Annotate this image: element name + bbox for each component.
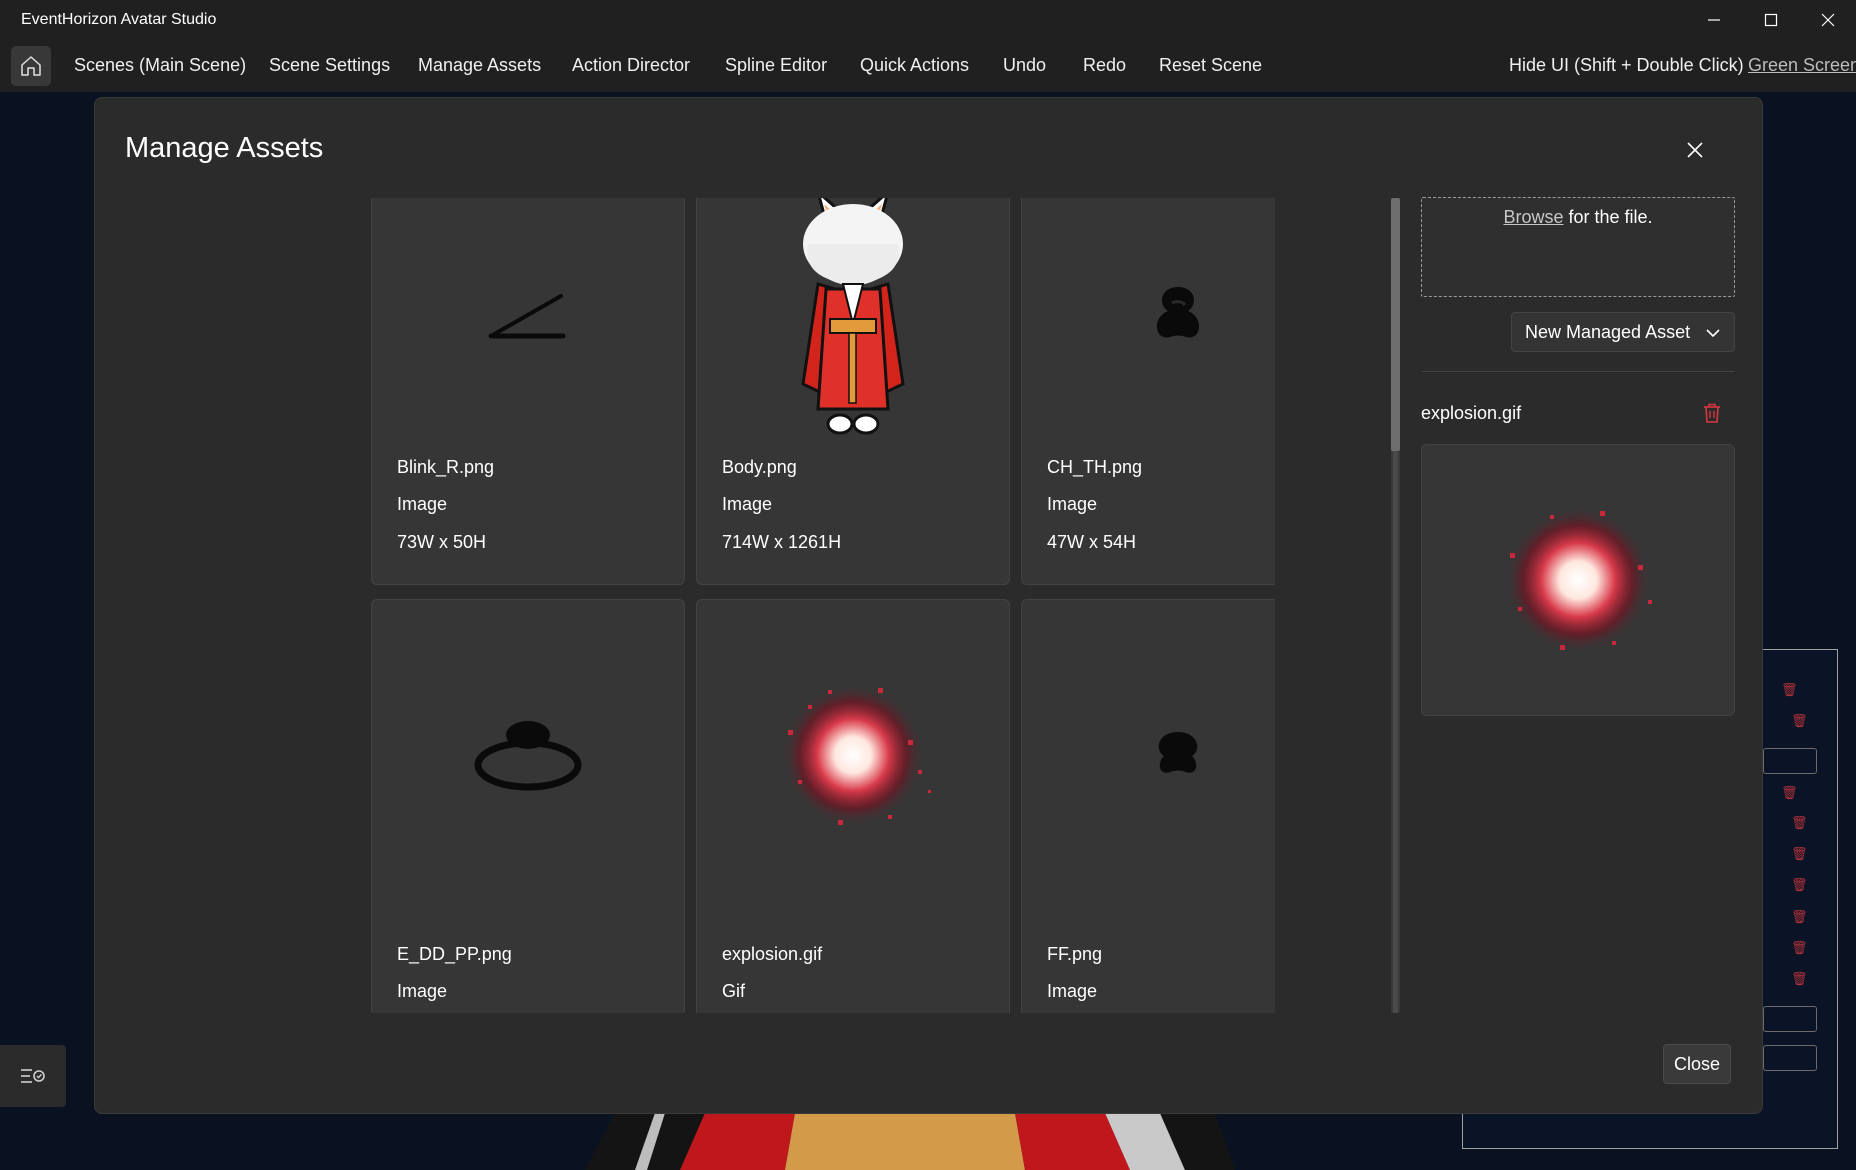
asset-card[interactable]: FF.png Image <box>1021 599 1275 1013</box>
asset-type-dropdown[interactable]: New Managed Asset <box>1511 312 1735 352</box>
asset-type: Image <box>1047 981 1098 1001</box>
trash-icon: 🗑 <box>1791 877 1808 892</box>
maximize-icon <box>1764 13 1777 27</box>
asset-dimensions: 714W x 1261H <box>722 532 842 552</box>
menu-undo[interactable]: Undo <box>1003 55 1046 76</box>
asset-type-value: New Managed Asset <box>1525 321 1691 342</box>
trash-icon: 🗑 <box>1791 713 1808 728</box>
asset-preview <box>1421 444 1735 716</box>
maximize-button[interactable] <box>1742 0 1799 40</box>
background-input <box>1763 1045 1817 1071</box>
explosion-thumbnail <box>781 683 931 827</box>
close-icon <box>1687 142 1703 158</box>
dialog-title: Manage Assets <box>125 132 324 164</box>
asset-type: Image <box>722 494 773 514</box>
dialog-close-x-button[interactable] <box>1679 134 1711 166</box>
blink-line-thumbnail <box>488 294 566 339</box>
scrollbar-thumb[interactable] <box>1391 198 1400 451</box>
asset-card[interactable]: Blink_R.png Image 73W x 50H <box>371 198 685 585</box>
asset-type: Image <box>397 981 448 1001</box>
manage-assets-dialog: Manage Assets Blink_R.png Image 73W x 50… <box>94 97 1763 1114</box>
menu-quick-actions[interactable]: Quick Actions <box>860 55 969 76</box>
asset-type: Image <box>1047 494 1098 514</box>
asset-name: E_DD_PP.png <box>397 944 512 964</box>
list-settings-icon <box>21 1069 45 1083</box>
asset-card[interactable]: E_DD_PP.png Image <box>371 599 685 1013</box>
menu-scenes[interactable]: Scenes (Main Scene) <box>74 55 246 76</box>
asset-type: Gif <box>722 981 746 1001</box>
trash-icon: 🗑 <box>1791 940 1808 955</box>
minimize-icon <box>1707 19 1720 21</box>
scrollbar-rail <box>1393 450 1398 1013</box>
trash-icon: 🗑 <box>1781 682 1798 697</box>
avatar-body-thumbnail <box>801 198 905 435</box>
asset-name: Blink_R.png <box>397 457 495 477</box>
asset-name: Body.png <box>722 457 797 477</box>
file-drop-zone[interactable]: Browse for the file. <box>1421 197 1735 297</box>
asset-name: FF.png <box>1047 944 1103 964</box>
browse-link[interactable]: Browse <box>1503 207 1563 227</box>
menu-hide-ui[interactable]: Hide UI (Shift + Double Click) <box>1509 55 1744 76</box>
menu-green-screen[interactable]: Green Screen <box>1748 55 1856 76</box>
window-close-button[interactable] <box>1799 0 1856 40</box>
asset-grid-scrollbar[interactable] <box>1391 198 1400 1013</box>
asset-dimensions: 47W x 54H <box>1047 532 1137 552</box>
asset-dimensions: 73W x 50H <box>397 532 487 552</box>
mouth-shape-thumbnail <box>1158 732 1198 773</box>
background-input <box>1763 1006 1817 1032</box>
asset-grid[interactable]: Blink_R.png Image 73W x 50H Body.png Ima… <box>275 198 1275 1013</box>
mouth-shape-thumbnail <box>1156 287 1200 338</box>
close-icon <box>1821 13 1834 27</box>
menu-action-director[interactable]: Action Director <box>572 55 690 76</box>
minimize-button[interactable] <box>1685 0 1742 40</box>
trash-icon <box>1704 403 1720 423</box>
trash-icon: 🗑 <box>1791 909 1808 924</box>
avatar-scene-preview <box>585 1113 1235 1170</box>
asset-card[interactable]: Body.png Image 714W x 1261H <box>696 198 1010 585</box>
trash-icon: 🗑 <box>1781 785 1798 800</box>
asset-card[interactable]: explosion.gif Gif <box>696 599 1010 1013</box>
chevron-down-icon <box>1706 329 1720 338</box>
selected-asset-name: explosion.gif <box>1421 403 1522 423</box>
ring-shape-thumbnail <box>474 721 582 791</box>
asset-card[interactable]: CH_TH.png Image 47W x 54H <box>1021 198 1275 585</box>
drop-zone-text: for the file. <box>1563 207 1653 227</box>
divider <box>1421 371 1735 372</box>
trash-icon: 🗑 <box>1791 846 1808 861</box>
asset-name: CH_TH.png <box>1047 457 1143 477</box>
trash-icon: 🗑 <box>1791 815 1808 830</box>
asset-name: explosion.gif <box>722 944 823 964</box>
trash-icon: 🗑 <box>1791 971 1808 986</box>
background-input <box>1763 748 1817 774</box>
menu-spline-editor[interactable]: Spline Editor <box>725 55 827 76</box>
menu-redo[interactable]: Redo <box>1083 55 1126 76</box>
menu-manage-assets[interactable]: Manage Assets <box>418 55 541 76</box>
explosion-thumbnail <box>1504 506 1652 654</box>
delete-asset-button[interactable] <box>1700 401 1724 425</box>
window-title: EventHorizon Avatar Studio <box>21 11 217 28</box>
asset-type: Image <box>397 494 448 514</box>
side-panel-toggle-button[interactable] <box>0 1045 66 1107</box>
menu-scene-settings[interactable]: Scene Settings <box>269 55 390 76</box>
close-button[interactable]: Close <box>1663 1044 1731 1084</box>
window-titlebar: EventHorizon Avatar Studio <box>0 0 1856 40</box>
main-menu-bar: Scenes (Main Scene) Scene Settings Manag… <box>0 40 1856 92</box>
menu-reset-scene[interactable]: Reset Scene <box>1159 55 1262 76</box>
